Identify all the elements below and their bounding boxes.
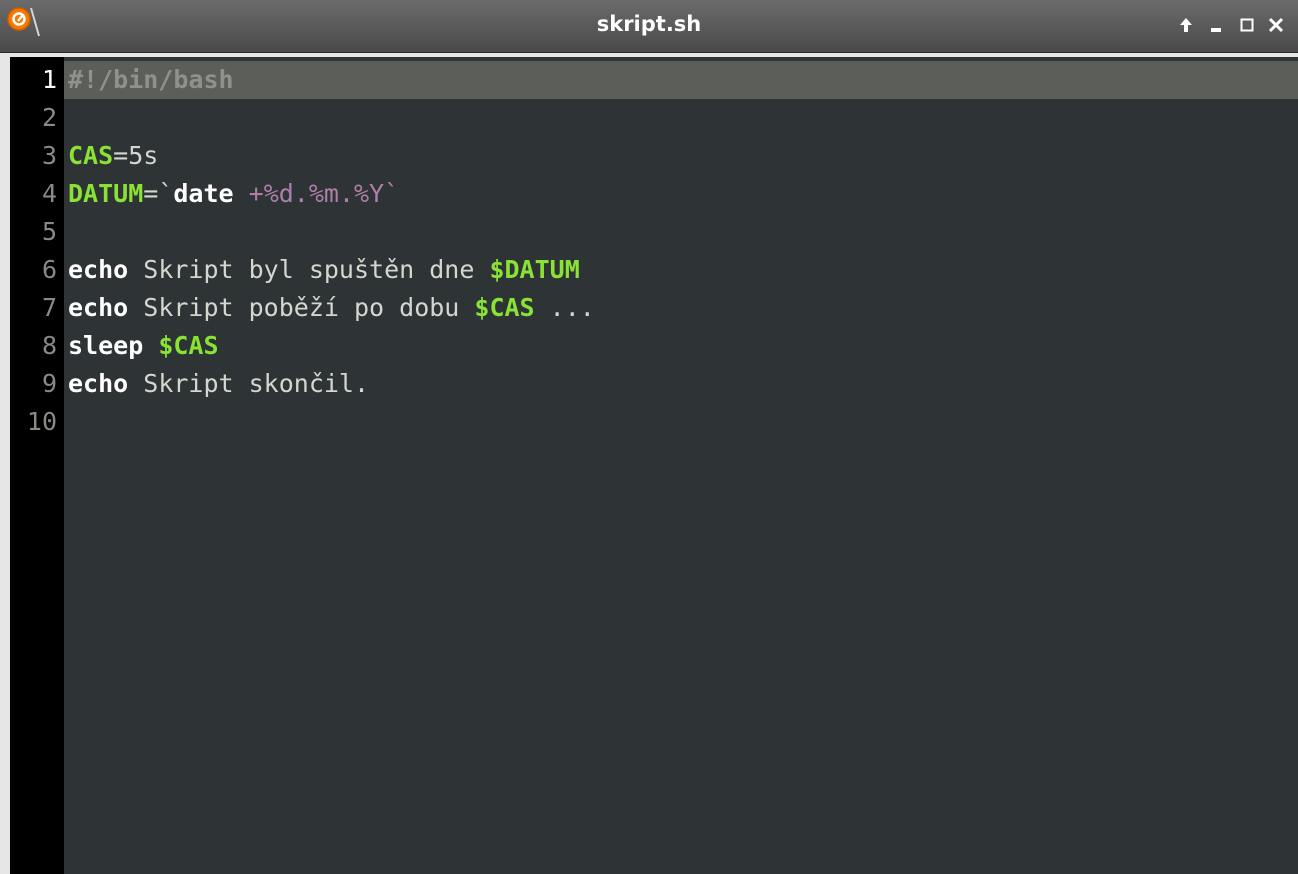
code-token-normal: =5s <box>113 141 159 170</box>
code-text: echo Skript poběží po dobu $CAS ... <box>68 289 595 327</box>
code-token-kw: sleep <box>68 331 144 360</box>
code-token-var: CAS <box>68 141 114 170</box>
line-number: 10 <box>26 407 57 436</box>
line-number: 1 <box>41 65 57 94</box>
window-title: skript.sh <box>596 12 702 36</box>
code-token-normal: Skript poběží po dobu <box>128 293 475 322</box>
code-token-var: $CAS <box>474 293 535 322</box>
line-number: 3 <box>41 141 57 170</box>
close-icon[interactable] <box>1265 14 1287 36</box>
code-token-magenta: +%d.%m.%Y` <box>233 179 400 208</box>
text-editor[interactable]: 1 #!/bin/bash 2 3 CAS=5s 4 DATUM=`date +%d.%m.… <box>10 57 1298 874</box>
code-token-normal: Skript byl spuštěn dne <box>128 255 490 284</box>
code-text: DATUM=`date +%d.%m.%Y` <box>68 175 399 213</box>
code-line[interactable]: 3 CAS=5s <box>10 137 1298 175</box>
code-text: CAS=5s <box>68 137 158 175</box>
code-line[interactable]: 6 echo Skript byl spuštěn dne $DATUM <box>10 251 1298 289</box>
line-number: 6 <box>41 255 57 284</box>
code-token-var: $CAS <box>158 331 219 360</box>
code-line[interactable]: 9 echo Skript skončil. <box>10 365 1298 403</box>
code-text: echo Skript skončil. <box>68 365 369 403</box>
code-line[interactable]: 4 DATUM=`date +%d.%m.%Y` <box>10 175 1298 213</box>
line-number: 8 <box>41 331 57 360</box>
code-line[interactable]: 2 <box>10 99 1298 137</box>
code-token-kw: echo <box>68 293 129 322</box>
code-line[interactable]: 5 <box>10 213 1298 251</box>
code-token-normal: ... <box>534 293 595 322</box>
code-line[interactable]: 7 echo Skript poběží po dobu $CAS ... <box>10 289 1298 327</box>
line-number: 9 <box>41 369 57 398</box>
keep-above-icon[interactable] <box>1175 14 1197 36</box>
code-line[interactable]: 8 sleep $CAS <box>10 327 1298 365</box>
line-number: 7 <box>41 293 57 322</box>
code-token-comment: #!/bin/bash <box>68 65 234 94</box>
line-number: 5 <box>41 217 57 246</box>
code-token-normal: =` <box>143 179 174 208</box>
code-token-kw: echo <box>68 255 129 284</box>
code-text: echo Skript byl spuštěn dne $DATUM <box>68 251 580 289</box>
code-token-var: DATUM <box>68 179 144 208</box>
line-number: 2 <box>41 103 57 132</box>
code-line[interactable]: 10 <box>10 403 1298 441</box>
title-bar[interactable]: skript.sh <box>0 0 1298 53</box>
code-line[interactable]: 1 #!/bin/bash <box>10 61 1298 99</box>
code-token-kw: date <box>173 179 234 208</box>
code-text: sleep $CAS <box>68 327 219 365</box>
code-token-kw: echo <box>68 369 129 398</box>
code-text: #!/bin/bash <box>68 61 234 99</box>
maximize-icon[interactable] <box>1236 14 1258 36</box>
minimize-icon[interactable] <box>1205 14 1227 36</box>
code-token-var: $DATUM <box>489 255 580 284</box>
line-number: 4 <box>41 179 57 208</box>
editor-window: skript.sh 1 #!/bin/bash 2 3 CAS=5s 4 DATUM=`da… <box>0 0 1298 874</box>
code-token-normal <box>143 331 158 360</box>
code-token-normal: Skript skončil. <box>128 369 370 398</box>
